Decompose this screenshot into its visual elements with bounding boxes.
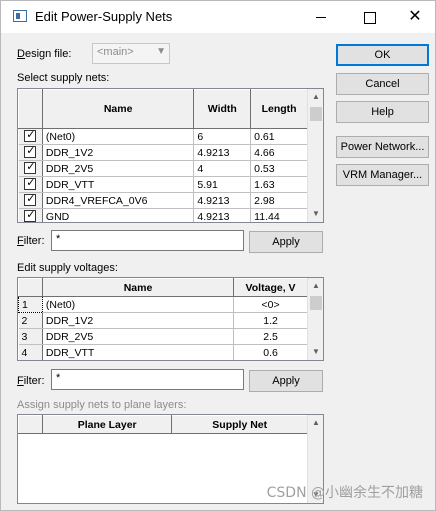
index-col-header (18, 278, 43, 297)
scroll-down-icon[interactable]: ▼ (308, 206, 323, 222)
net-width: 4.9213 (193, 192, 252, 209)
design-file-label: Design file: (17, 48, 72, 60)
net-checkbox[interactable] (24, 193, 37, 206)
scroll-up-icon[interactable]: ▲ (308, 89, 323, 105)
apply-button[interactable]: Apply (249, 370, 323, 392)
col-name[interactable]: Name (41, 89, 195, 129)
net-checkbox[interactable] (24, 161, 37, 174)
filter-input[interactable]: * (51, 369, 244, 390)
filter-label: Filter: (17, 235, 45, 247)
net-width: 4 (193, 160, 252, 177)
table-row[interactable]: DDR_2V5 4 0.53 (18, 160, 308, 177)
net-name: DDR_2V5 (42, 160, 195, 177)
voltages-label: Edit supply voltages: (17, 262, 118, 274)
watermark-text: CSDN @小幽余生不加糖 (266, 485, 423, 501)
table-row[interactable]: DDR4_VREFCA_0V6 4.9213 2.98 (18, 192, 308, 209)
scroll-up-icon[interactable]: ▲ (308, 415, 323, 431)
voltages-grid: Name Voltage, V 1 (Net0) <0> 2 DDR_1V2 1… (17, 277, 324, 361)
table-row[interactable]: GND 4.9213 11.44 (18, 208, 308, 222)
net-checkbox[interactable] (24, 177, 37, 190)
filter-input[interactable]: * (51, 230, 244, 251)
col-voltage[interactable]: Voltage, V (233, 278, 308, 297)
table-row[interactable]: 1 (Net0) <0> (18, 296, 308, 313)
col-length[interactable]: Length (250, 89, 308, 129)
net-length: 1.63 (250, 176, 308, 193)
design-file-value: <main> (97, 46, 134, 58)
col-supply-net[interactable]: Supply Net (171, 415, 308, 434)
minimize-icon[interactable] (300, 1, 344, 33)
design-file-select[interactable]: <main> ▼ (92, 43, 170, 64)
help-button[interactable]: Help (336, 101, 429, 123)
col-name[interactable]: Name (41, 278, 235, 297)
net-name: GND (42, 208, 195, 222)
vrm-manager-button[interactable]: VRM Manager... (336, 164, 429, 186)
net-name: DDR_1V2 (42, 144, 195, 161)
table-row[interactable]: 4 DDR_VTT 0.6 (18, 344, 308, 360)
voltage-net-name: (Net0) (42, 296, 235, 313)
nets-scrollbar[interactable]: ▲ ▼ (307, 89, 323, 222)
voltage-value[interactable]: 1.2 (233, 312, 308, 329)
net-length: 0.61 (250, 128, 308, 145)
net-length: 11.44 (250, 208, 308, 222)
net-checkbox[interactable] (24, 209, 37, 222)
col-width[interactable]: Width (193, 89, 252, 129)
voltage-net-name: DDR_1V2 (42, 312, 235, 329)
voltage-value[interactable]: 0.6 (233, 344, 308, 360)
title-bar: Edit Power-Supply Nets ✕ (1, 1, 435, 33)
table-row[interactable]: DDR_1V2 4.9213 4.66 (18, 144, 308, 161)
table-row[interactable]: (Net0) 6 0.61 (18, 128, 308, 145)
scroll-thumb[interactable] (310, 107, 322, 121)
voltages-scrollbar[interactable]: ▲ ▼ (307, 278, 323, 360)
col-plane-layer[interactable]: Plane Layer (41, 415, 173, 434)
chevron-down-icon: ▼ (156, 46, 166, 57)
row-index: 4 (18, 344, 43, 360)
row-index: 2 (18, 312, 43, 329)
net-checkbox[interactable] (24, 145, 37, 158)
net-length: 4.66 (250, 144, 308, 161)
net-width: 6 (193, 128, 252, 145)
voltage-value[interactable]: 2.5 (233, 328, 308, 345)
net-name: DDR_VTT (42, 176, 195, 193)
apply-button[interactable]: Apply (249, 231, 323, 253)
close-icon[interactable]: ✕ (393, 1, 436, 33)
filter-label: Filter: (17, 375, 45, 387)
select-col-header (18, 89, 43, 129)
row-index: 3 (18, 328, 43, 345)
net-width: 4.9213 (193, 144, 252, 161)
power-network-button[interactable]: Power Network... (336, 136, 429, 158)
select-nets-label: Select supply nets: (17, 72, 110, 84)
net-length: 0.53 (250, 160, 308, 177)
voltage-net-name: DDR_2V5 (42, 328, 235, 345)
net-width: 5.91 (193, 176, 252, 193)
index-col-header (18, 415, 43, 434)
maximize-icon[interactable] (348, 1, 392, 33)
table-row[interactable]: 3 DDR_2V5 2.5 (18, 328, 308, 345)
net-name: (Net0) (42, 128, 195, 145)
scroll-thumb[interactable] (310, 296, 322, 310)
cancel-button[interactable]: Cancel (336, 73, 429, 95)
plane-assign-label: Assign supply nets to plane layers: (17, 399, 187, 411)
net-width: 4.9213 (193, 208, 252, 222)
net-name: DDR4_VREFCA_0V6 (42, 192, 195, 209)
net-checkbox[interactable] (24, 129, 37, 142)
supply-nets-grid: Name Width Length (Net0) 6 0.61 DDR_1V2 … (17, 88, 324, 223)
ok-button[interactable]: OK (336, 44, 429, 66)
table-row[interactable]: DDR_VTT 5.91 1.63 (18, 176, 308, 193)
dialog-window: Edit Power-Supply Nets ✕ Design file: <m… (0, 0, 436, 511)
window-title: Edit Power-Supply Nets (35, 9, 173, 24)
scroll-down-icon[interactable]: ▼ (308, 344, 323, 360)
row-index: 1 (18, 296, 43, 313)
net-length: 2.98 (250, 192, 308, 209)
voltage-net-name: DDR_VTT (42, 344, 235, 360)
app-icon (13, 10, 27, 22)
voltage-value[interactable]: <0> (233, 296, 308, 313)
scroll-up-icon[interactable]: ▲ (308, 278, 323, 294)
table-row[interactable]: 2 DDR_1V2 1.2 (18, 312, 308, 329)
